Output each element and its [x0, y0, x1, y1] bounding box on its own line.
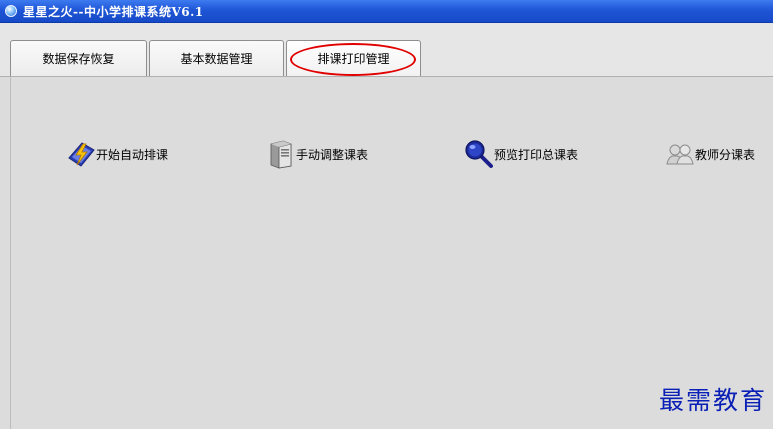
- tab-label: 基本数据管理: [180, 52, 253, 66]
- action-label: 开始自动排课: [96, 147, 169, 162]
- title-bar: 星星之火--中小学排课系统V6.1: [0, 0, 773, 23]
- tab-label: 数据保存恢复: [42, 52, 115, 66]
- lightning-app-icon: [66, 139, 96, 169]
- tab-label: 排课打印管理: [317, 52, 390, 66]
- tab-scheduling-print-management[interactable]: 排课打印管理: [286, 40, 421, 76]
- action-label: 教师分课表: [695, 147, 756, 162]
- start-auto-schedule-button[interactable]: 开始自动排课: [66, 139, 168, 169]
- action-label: 预览打印总课表: [494, 147, 579, 162]
- manual-adjust-timetable-button[interactable]: 手动调整课表: [266, 139, 368, 169]
- app-globe-icon: [5, 5, 17, 17]
- action-label: 手动调整课表: [296, 147, 369, 162]
- magnifier-icon: [464, 139, 494, 169]
- computer-tower-icon: [266, 139, 296, 169]
- tab-content-panel: 开始自动排课 手动调整课表 预览打印总课表 教师分课表: [0, 76, 773, 429]
- preview-print-master-timetable-button[interactable]: 预览打印总课表: [464, 139, 578, 169]
- users-icon: [665, 139, 695, 169]
- panel-left-edge: [10, 77, 11, 429]
- tab-data-backup-restore[interactable]: 数据保存恢复: [10, 40, 147, 76]
- tab-basic-data-management[interactable]: 基本数据管理: [149, 40, 284, 76]
- teacher-timetable-button[interactable]: 教师分课表: [665, 139, 755, 169]
- window-title: 星星之火--中小学排课系统V6.1: [23, 4, 204, 19]
- watermark-text: 最需教育: [658, 386, 767, 415]
- tab-bar: 数据保存恢复 基本数据管理 排课打印管理: [0, 23, 773, 77]
